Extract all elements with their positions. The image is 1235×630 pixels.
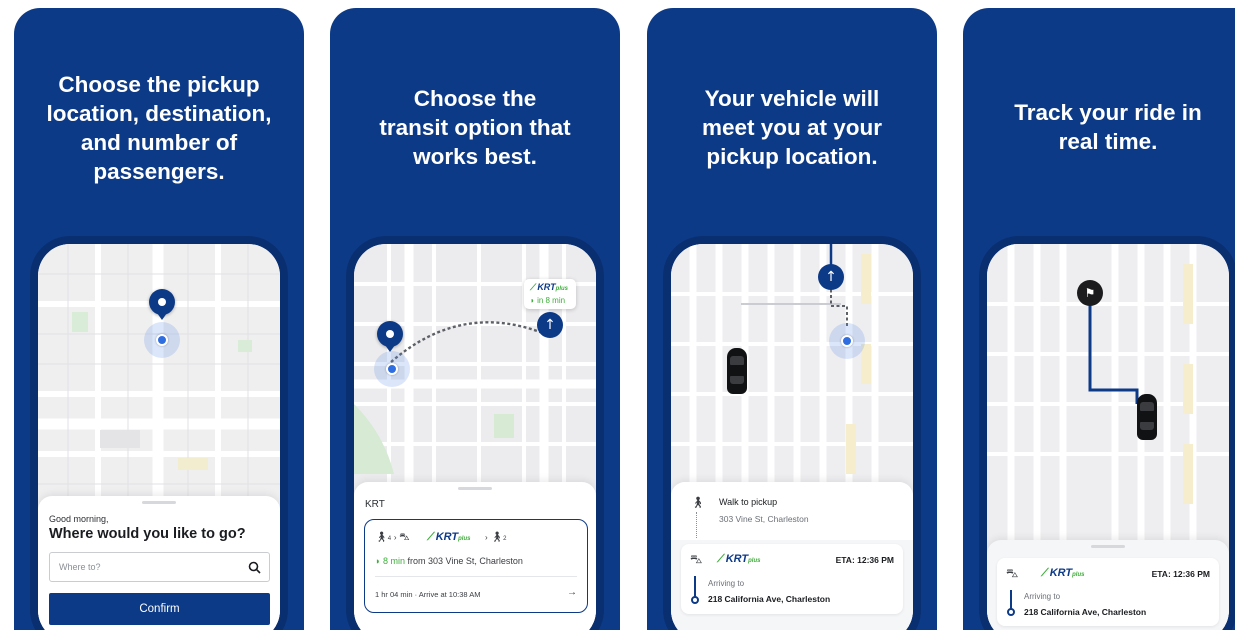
phone-frame: ↑ ⟋KRTplus ◗ in 8 min KRT 🚶︎4 › ⛍ ⟋KRTpl… xyxy=(346,236,604,630)
location-pin-icon[interactable] xyxy=(377,321,403,347)
greeting-text: Good morning, xyxy=(49,514,109,524)
arriving-address: 218 California Ave, Charleston xyxy=(1024,607,1147,617)
panel-headline: Your vehicle will meet you at your picku… xyxy=(647,84,937,171)
pickup-location-dot xyxy=(841,335,853,347)
search-icon[interactable] xyxy=(248,561,261,574)
vehicle-card[interactable]: ⛍ ⟋KRTplus ETA: 12:36 PM Arriving to 218… xyxy=(681,544,903,614)
route-eta: ◗ 8 min from 303 Vine St, Charleston xyxy=(375,556,523,566)
destination-sheet: Good morning, Where would you like to go… xyxy=(38,496,280,630)
bus-icon: ⛍ xyxy=(690,552,703,566)
panel-track-ride: Track your ride in real time. ⚑ ⛍ ⟋KRTpl… xyxy=(963,8,1235,630)
phone-screen: ↑ 🚶︎ Walk to pickup 303 Vine St, Charles… xyxy=(671,244,913,630)
arrival-badge-time: ◗ in 8 min xyxy=(530,296,566,305)
walk-icon: 🚶︎ xyxy=(375,532,388,543)
arrival-badge: ⟋KRTplus ◗ in 8 min xyxy=(524,279,576,309)
search-input[interactable]: Where to? xyxy=(49,552,270,582)
headline-line: Choose the xyxy=(413,86,537,111)
trip-sheet: ⛍ ⟋KRTplus ETA: 12:36 PM Arriving to 218… xyxy=(987,540,1229,630)
brand-logo: ⟋KRTplus xyxy=(530,282,568,292)
walk-section: 🚶︎ Walk to pickup 303 Vine St, Charlesto… xyxy=(671,482,913,540)
current-location-dot xyxy=(386,363,398,375)
pin-tail xyxy=(157,313,167,320)
panel-headline: Choose the transit option that works bes… xyxy=(330,84,620,171)
headline-line: Choose the pickup xyxy=(58,72,260,97)
phone-frame: ⚑ ⛍ ⟋KRTplus ETA: 12:36 PM Arriving to 2… xyxy=(979,236,1235,630)
brand-logo: ⟋KRTplus xyxy=(1041,567,1085,579)
route-summary: 1 hr 04 min · Arrive at 10:38 AM xyxy=(375,590,481,599)
headline-line: meet you at your xyxy=(701,115,883,140)
arrow-up-icon[interactable]: ↑ xyxy=(537,312,563,338)
panel-vehicle-meet: Your vehicle will meet you at your picku… xyxy=(647,8,937,630)
route-option-card[interactable]: 🚶︎4 › ⛍ ⟋KRTplus › 🚶︎2 ◗ 8 min from 303 … xyxy=(364,519,588,613)
brand-logo: ⟋KRTplus xyxy=(427,531,471,543)
eta-text: ETA: 12:36 PM xyxy=(835,555,894,565)
walk-icon: 🚶︎ xyxy=(691,496,705,509)
headline-line: transit option that xyxy=(379,115,571,140)
bus-icon: ⛍ xyxy=(399,532,410,543)
walk-title: Walk to pickup xyxy=(719,497,778,507)
arrow-up-icon[interactable]: ↑ xyxy=(818,264,844,290)
arriving-label: Arriving to xyxy=(1024,592,1061,601)
headline-line: works best. xyxy=(413,144,537,169)
sheet-grabber[interactable] xyxy=(458,487,492,490)
car-icon xyxy=(1137,394,1157,440)
divider xyxy=(375,576,577,577)
headline-line: passengers. xyxy=(93,159,225,184)
panel-headline: Choose the pickup location, destination,… xyxy=(14,70,304,186)
walk-address: 303 Vine St, Charleston xyxy=(719,514,809,524)
walk-path-line xyxy=(696,512,697,538)
walk-icon: 🚶︎ xyxy=(490,532,504,543)
headline-line: Your vehicle will xyxy=(704,86,880,111)
phone-screen: ⚑ ⛍ ⟋KRTplus ETA: 12:36 PM Arriving to 2… xyxy=(987,244,1229,630)
brand-logo: ⟋KRTplus xyxy=(717,553,761,565)
destination-question: Where would you like to go? xyxy=(49,526,246,542)
sheet-grabber[interactable] xyxy=(1091,545,1125,548)
phone-screen: ↑ ⟋KRTplus ◗ in 8 min KRT 🚶︎4 › ⛍ ⟋KRTpl… xyxy=(354,244,596,630)
location-pin-icon[interactable] xyxy=(149,289,175,315)
destination-marker xyxy=(691,596,699,604)
flag-icon[interactable]: ⚑ xyxy=(1077,280,1103,306)
route-line xyxy=(1010,590,1012,610)
sheet-grabber[interactable] xyxy=(142,501,176,504)
trip-sheet: 🚶︎ Walk to pickup 303 Vine St, Charlesto… xyxy=(671,482,913,630)
panel-transit-option: Choose the transit option that works bes… xyxy=(330,8,620,630)
route-line xyxy=(694,576,696,598)
eta-text: ETA: 12:36 PM xyxy=(1151,569,1210,579)
search-placeholder: Where to? xyxy=(59,562,101,572)
confirm-button[interactable]: Confirm xyxy=(49,593,270,625)
phone-screen: Good morning, Where would you like to go… xyxy=(38,244,280,630)
route-steps: 🚶︎4 › ⛍ xyxy=(375,532,410,543)
arrow-right-icon[interactable]: → xyxy=(567,587,577,598)
phone-frame: Good morning, Where would you like to go… xyxy=(30,236,288,630)
panel-choose-pickup: Choose the pickup location, destination,… xyxy=(14,8,304,630)
headline-line: location, destination, xyxy=(46,101,272,126)
headline-line: pickup location. xyxy=(706,144,878,169)
vehicle-card[interactable]: ⛍ ⟋KRTplus ETA: 12:36 PM Arriving to 218… xyxy=(997,558,1219,626)
arriving-label: Arriving to xyxy=(708,579,745,588)
chevron-right-icon: › xyxy=(393,533,397,542)
pin-tail xyxy=(385,345,395,352)
headline-line: and number of xyxy=(80,130,238,155)
headline-line: real time. xyxy=(1058,129,1158,154)
app-store-screenshots: Choose the pickup location, destination,… xyxy=(0,0,1235,630)
headline-line: Track your ride in xyxy=(1014,100,1202,125)
phone-frame: ↑ 🚶︎ Walk to pickup 303 Vine St, Charles… xyxy=(663,236,921,630)
destination-marker xyxy=(1007,608,1015,616)
car-icon xyxy=(727,348,747,394)
current-location-dot xyxy=(156,334,168,346)
transit-sheet: KRT 🚶︎4 › ⛍ ⟋KRTplus › 🚶︎2 ◗ 8 min from … xyxy=(354,482,596,630)
route-steps-end: › 🚶︎2 xyxy=(485,532,507,543)
arriving-address: 218 California Ave, Charleston xyxy=(708,594,831,604)
panel-headline: Track your ride in real time. xyxy=(963,98,1235,156)
bus-icon: ⛍ xyxy=(1006,566,1019,580)
chevron-right-icon: › xyxy=(485,533,488,542)
sheet-title: KRT xyxy=(365,499,385,510)
